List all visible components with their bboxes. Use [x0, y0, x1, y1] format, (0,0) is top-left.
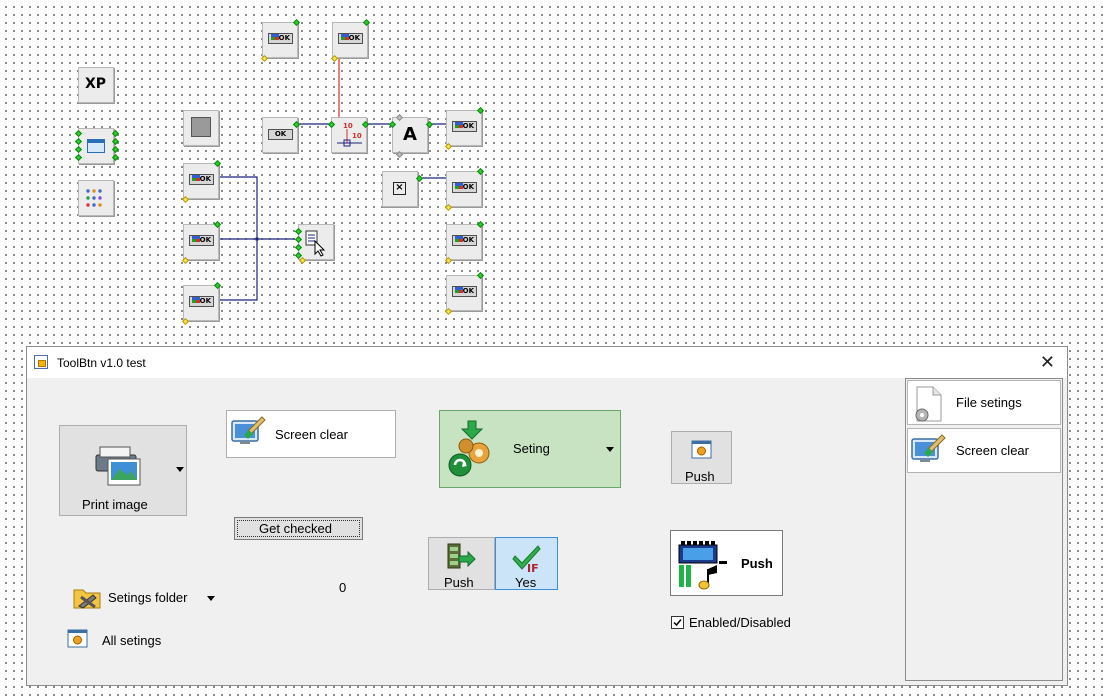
- check-if-icon: IF: [512, 545, 541, 574]
- toolbtn-window: ToolBtn v1.0 test ✕ Print image Screen c…: [26, 346, 1068, 686]
- gears-refresh-icon: [448, 420, 490, 477]
- form-icon: [87, 139, 105, 153]
- square-icon: [191, 117, 211, 137]
- cursor-component[interactable]: [294, 224, 334, 265]
- wire-junction: [255, 237, 259, 241]
- panel-component[interactable]: [183, 110, 219, 146]
- ok-component[interactable]: OK: [330, 18, 371, 63]
- dialog-icon: [691, 440, 712, 459]
- check-icon: [673, 619, 682, 627]
- app-icon: [34, 355, 48, 369]
- side-item-label: File setings: [956, 395, 1022, 410]
- chevron-down-icon[interactable]: [606, 447, 616, 453]
- close-component[interactable]: ×: [382, 171, 424, 207]
- ok-component[interactable]: OK: [260, 18, 301, 63]
- all-setings-button[interactable]: All setings: [67, 627, 177, 651]
- push-small-button[interactable]: Push: [671, 431, 732, 484]
- yes-button[interactable]: IF Yes: [495, 537, 558, 590]
- ok-component[interactable]: OK: [181, 159, 222, 204]
- print-image-label: Print image: [82, 497, 148, 512]
- ok-component[interactable]: OK: [181, 281, 222, 326]
- ok-component[interactable]: OK: [181, 220, 222, 265]
- ok-component[interactable]: OK: [444, 220, 485, 265]
- seting-button[interactable]: Seting: [439, 410, 621, 488]
- get-checked-button[interactable]: Get checked: [234, 517, 363, 540]
- printer-icon: [95, 446, 141, 486]
- folder-tools-icon: [73, 589, 101, 609]
- wire-bus-top: [219, 176, 258, 239]
- schematic-wires: [219, 59, 446, 301]
- form-component[interactable]: [74, 128, 120, 164]
- push-film-button[interactable]: Push: [428, 537, 495, 590]
- svg-text:10: 10: [352, 132, 362, 140]
- film-music-icon: [678, 541, 727, 590]
- side-panel: File setings Screen clear: [905, 378, 1063, 681]
- scale-component[interactable]: 10 10: [327, 117, 370, 153]
- dialog-icon: [67, 629, 88, 648]
- svg-text:10: 10: [343, 122, 353, 130]
- setings-folder-button[interactable]: Setings folder: [71, 584, 221, 612]
- dots-icon: [86, 189, 102, 207]
- push-big-label: Push: [741, 556, 773, 571]
- monitor-brush-icon: [911, 434, 946, 462]
- enabled-checkbox[interactable]: Enabled/Disabled: [671, 615, 811, 631]
- push-big-button[interactable]: Push: [670, 530, 783, 596]
- monitor-brush-icon: [231, 416, 266, 444]
- checkbox-label: Enabled/Disabled: [689, 615, 791, 630]
- ok-component[interactable]: OK: [444, 167, 485, 212]
- yes-label: Yes: [515, 575, 537, 590]
- get-checked-label: Get checked: [259, 521, 332, 536]
- push-film-label: Push: [444, 575, 474, 590]
- push-small-label: Push: [685, 469, 715, 484]
- button-component[interactable]: OK: [262, 117, 301, 153]
- film-strip-icon: [447, 543, 476, 569]
- side-item-label: Screen clear: [956, 443, 1029, 458]
- seting-label: Seting: [513, 441, 550, 456]
- scale-icon: 10 10: [337, 122, 362, 147]
- screen-clear-label: Screen clear: [275, 427, 348, 442]
- setings-folder-label: Setings folder: [108, 590, 188, 605]
- side-item-file-setings[interactable]: File setings: [907, 380, 1061, 425]
- x-box-icon: ×: [393, 182, 406, 195]
- xp-theme-component[interactable]: XP: [78, 67, 114, 103]
- all-setings-label: All setings: [102, 633, 162, 648]
- side-item-screen-clear[interactable]: Screen clear: [907, 428, 1061, 473]
- checkbox-box[interactable]: [671, 616, 684, 629]
- print-image-button[interactable]: Print image: [59, 425, 187, 516]
- label-a: A: [403, 124, 417, 145]
- chevron-down-icon[interactable]: [207, 596, 217, 602]
- ok-component[interactable]: OK: [444, 271, 485, 316]
- xp-label: XP: [85, 76, 107, 92]
- label-component[interactable]: A: [388, 113, 434, 159]
- file-gear-icon: [915, 386, 942, 422]
- svg-text:IF: IF: [527, 562, 539, 574]
- title-bar: ToolBtn v1.0 test ✕: [27, 347, 1067, 378]
- palette-component[interactable]: [78, 180, 114, 216]
- screen-clear-button[interactable]: Screen clear: [226, 410, 396, 458]
- close-icon[interactable]: ✕: [1040, 353, 1055, 371]
- chevron-down-icon[interactable]: [176, 467, 186, 473]
- window-title: ToolBtn v1.0 test: [57, 356, 146, 370]
- wire-bus-bottom: [219, 239, 258, 301]
- ok-component[interactable]: OK: [444, 106, 485, 151]
- counter-value: 0: [339, 580, 347, 595]
- cursor-list-icon: [305, 230, 326, 257]
